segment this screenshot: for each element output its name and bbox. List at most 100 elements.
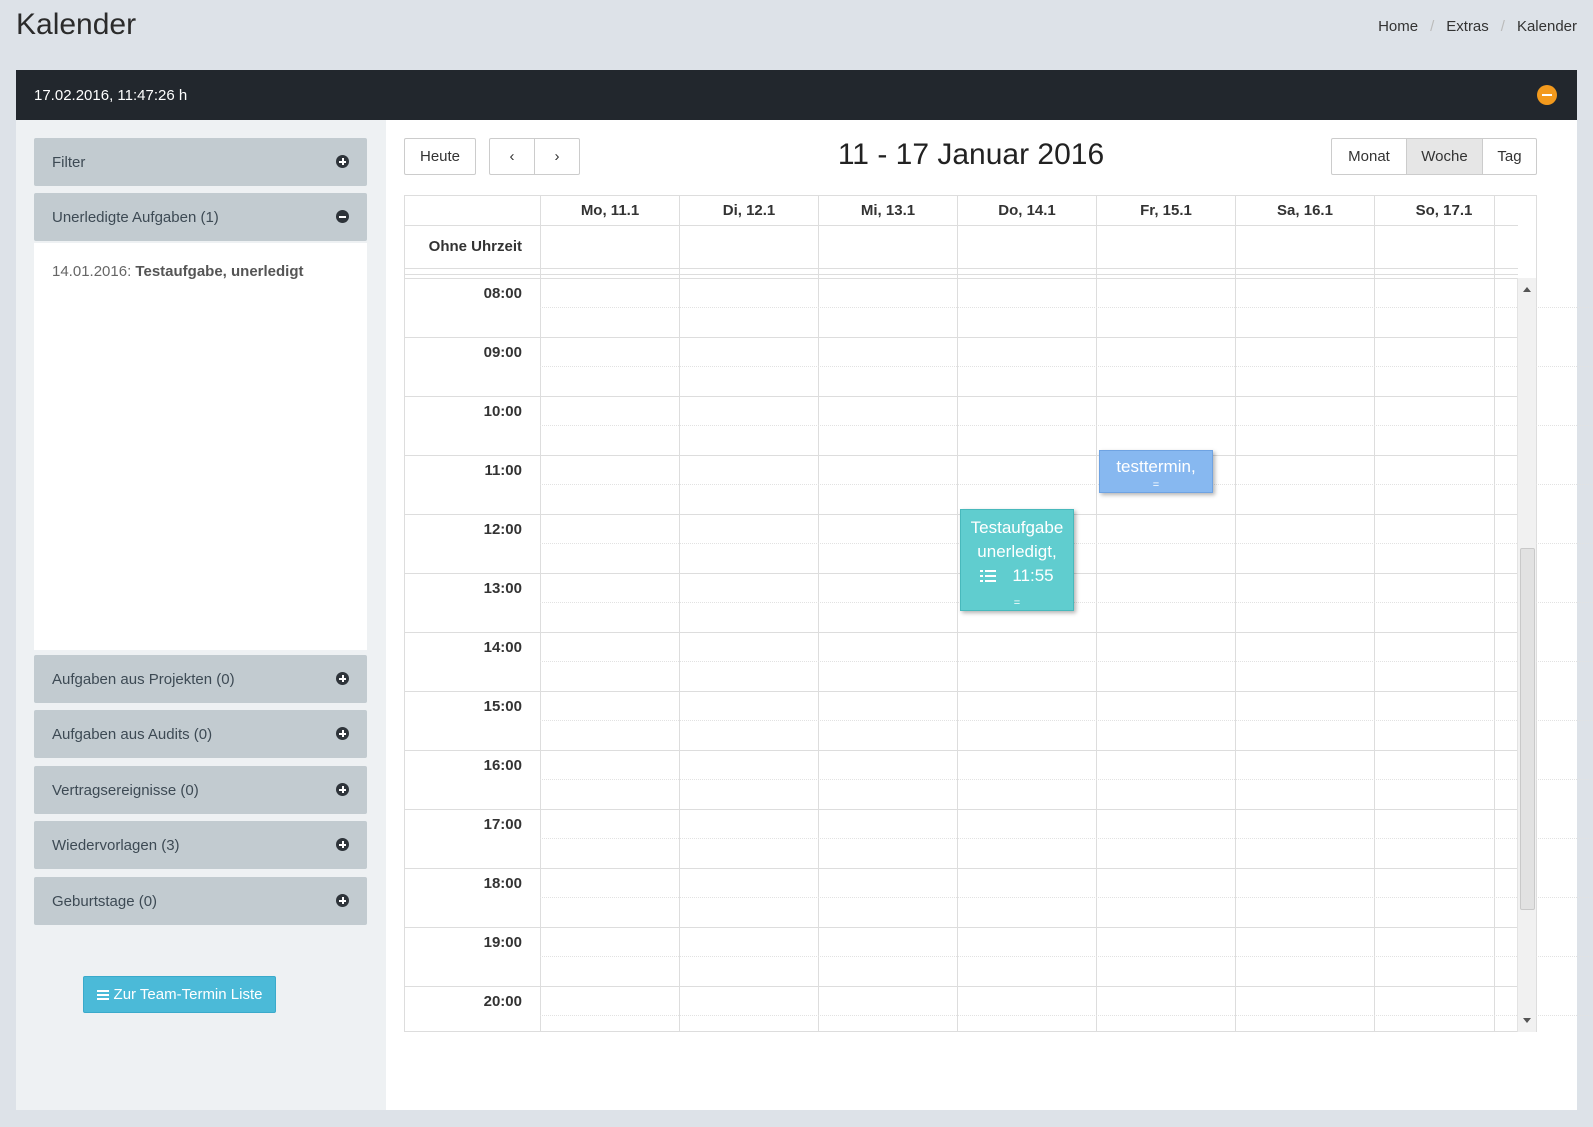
resize-handle[interactable]: = [961, 598, 1073, 609]
breadcrumb: Home / Extras / Kalender [1378, 18, 1577, 35]
birthdays-toggle[interactable]: Geburtstage (0) [34, 877, 367, 925]
section-label: Geburtstage (0) [52, 892, 158, 910]
calendar-title: 11 - 17 Januar 2016 [837, 138, 1105, 171]
view-day-button[interactable]: Tag [1482, 138, 1537, 175]
grid-row-line [540, 838, 1593, 839]
grid-row-line [405, 809, 1518, 810]
grid-row-line [405, 986, 1518, 987]
allday-label: Ohne Uhrzeit [428, 238, 522, 255]
grid-row-line [540, 484, 1593, 485]
grid-row-line [405, 337, 1518, 338]
time-label: 10:00 [483, 403, 522, 420]
plus-circle-icon [336, 672, 349, 685]
list-icon [980, 570, 997, 582]
event-time: 11:55 [1012, 566, 1054, 585]
time-label: 09:00 [483, 344, 522, 361]
plus-circle-icon [336, 155, 349, 168]
task-title: Testaufgabe, unerledigt [135, 263, 304, 280]
grid-row-line [540, 956, 1593, 957]
day-header[interactable]: Mi, 13.1 [818, 196, 957, 225]
list-item[interactable]: 14.01.2016: Testaufgabe, unerledigt [52, 263, 349, 280]
day-header[interactable]: Do, 14.1 [957, 196, 1096, 225]
grid-column-line [1374, 196, 1375, 1032]
day-header[interactable]: Di, 12.1 [679, 196, 818, 225]
section-label: Wiedervorlagen (3) [52, 836, 180, 854]
time-label: 15:00 [483, 698, 522, 715]
today-button[interactable]: Heute [404, 138, 476, 175]
grid-row-line [405, 927, 1518, 928]
grid-row-line [405, 868, 1518, 869]
breadcrumb-separator: / [1500, 18, 1505, 35]
time-label: 20:00 [483, 993, 522, 1010]
breadcrumb-separator: / [1430, 18, 1435, 35]
panel-header: 17.02.2016, 11:47:26 h [16, 70, 1577, 120]
team-button-label: Zur Team-Termin Liste [113, 986, 263, 1003]
grid-row-line [540, 1015, 1593, 1016]
section-label: Aufgaben aus Projekten (0) [52, 670, 235, 688]
section-label: Aufgaben aus Audits (0) [52, 725, 213, 743]
plus-circle-icon [336, 838, 349, 851]
prev-button[interactable]: ‹ [489, 138, 535, 175]
section-label: Vertragsereignisse (0) [52, 781, 199, 799]
breadcrumb-home[interactable]: Home [1378, 18, 1418, 35]
open-tasks-list: 14.01.2016: Testaufgabe, unerledigt [34, 243, 367, 650]
scroll-down-icon[interactable] [1523, 1018, 1531, 1023]
grid-row-line [405, 278, 1518, 279]
time-label: 17:00 [483, 816, 522, 833]
time-label: 14:00 [483, 639, 522, 656]
view-week-button[interactable]: Woche [1406, 138, 1483, 175]
scroll-up-icon[interactable] [1523, 287, 1531, 292]
scrollbar[interactable] [1517, 278, 1536, 1032]
time-label: 13:00 [483, 580, 522, 597]
time-label: 18:00 [483, 875, 522, 892]
grid-row-line [405, 632, 1518, 633]
grid-row-line [405, 268, 1518, 269]
current-datetime: 17.02.2016, 11:47:26 h [34, 86, 188, 104]
resize-handle[interactable]: = [1100, 480, 1212, 491]
event-title: testtermin, [1116, 457, 1196, 476]
task-date: 14.01.2016: [52, 263, 132, 280]
plus-circle-icon [336, 727, 349, 740]
follow-ups-toggle[interactable]: Wiedervorlagen (3) [34, 821, 367, 869]
calendar: Heute ‹ › 11 - 17 Januar 2016 Monat Woch… [386, 120, 1593, 1110]
grid-row-line [540, 366, 1593, 367]
day-header[interactable]: So, 17.1 [1374, 196, 1513, 225]
list-icon [96, 989, 109, 1000]
view-month-button[interactable]: Monat [1331, 138, 1407, 175]
open-tasks-label: Unerledigte Aufgaben (1) [52, 208, 219, 226]
audit-tasks-toggle[interactable]: Aufgaben aus Audits (0) [34, 710, 367, 758]
project-tasks-toggle[interactable]: Aufgaben aus Projekten (0) [34, 655, 367, 703]
grid-row-line [540, 720, 1593, 721]
grid-column-line [1235, 196, 1236, 1032]
event-testtermin[interactable]: testtermin, = [1099, 450, 1213, 493]
plus-circle-icon [336, 894, 349, 907]
grid-column-line [540, 196, 541, 1032]
grid-column-line [679, 196, 680, 1032]
time-label: 08:00 [483, 285, 522, 302]
team-appointments-button[interactable]: Zur Team-Termin Liste [83, 976, 276, 1013]
next-button[interactable]: › [534, 138, 580, 175]
day-header[interactable]: Mo, 11.1 [540, 196, 679, 225]
day-header[interactable]: Sa, 16.1 [1235, 196, 1374, 225]
breadcrumb-current: Kalender [1516, 18, 1577, 35]
scroll-thumb[interactable] [1520, 548, 1535, 910]
filter-toggle[interactable]: Filter [34, 138, 367, 186]
collapse-icon[interactable] [1537, 85, 1557, 105]
grid-column-line [1096, 196, 1097, 1032]
grid-column-line [1494, 196, 1495, 1032]
week-grid: Mo, 11.1 Di, 12.1 Mi, 13.1 Do, 14.1 Fr, 15.1… [404, 195, 1593, 1032]
grid-row-line [540, 897, 1593, 898]
day-header[interactable]: Fr, 15.1 [1096, 196, 1235, 225]
event-title: Testaufgabe [970, 518, 1064, 537]
grid-row-line [540, 307, 1593, 308]
grid-row-line [540, 425, 1593, 426]
contract-events-toggle[interactable]: Vertragsereignisse (0) [34, 766, 367, 814]
grid-row-line [540, 661, 1593, 662]
grid-row-line [540, 779, 1593, 780]
sidebar: Filter Unerledigte Aufgaben (1) 14.01.20… [16, 120, 386, 1110]
event-testaufgabe[interactable]: Testaufgabe unerledigt, 11:55 = [960, 509, 1074, 611]
grid-row-line [405, 691, 1518, 692]
plus-circle-icon [336, 783, 349, 796]
breadcrumb-extras[interactable]: Extras [1446, 18, 1489, 35]
open-tasks-toggle[interactable]: Unerledigte Aufgaben (1) [34, 193, 367, 241]
